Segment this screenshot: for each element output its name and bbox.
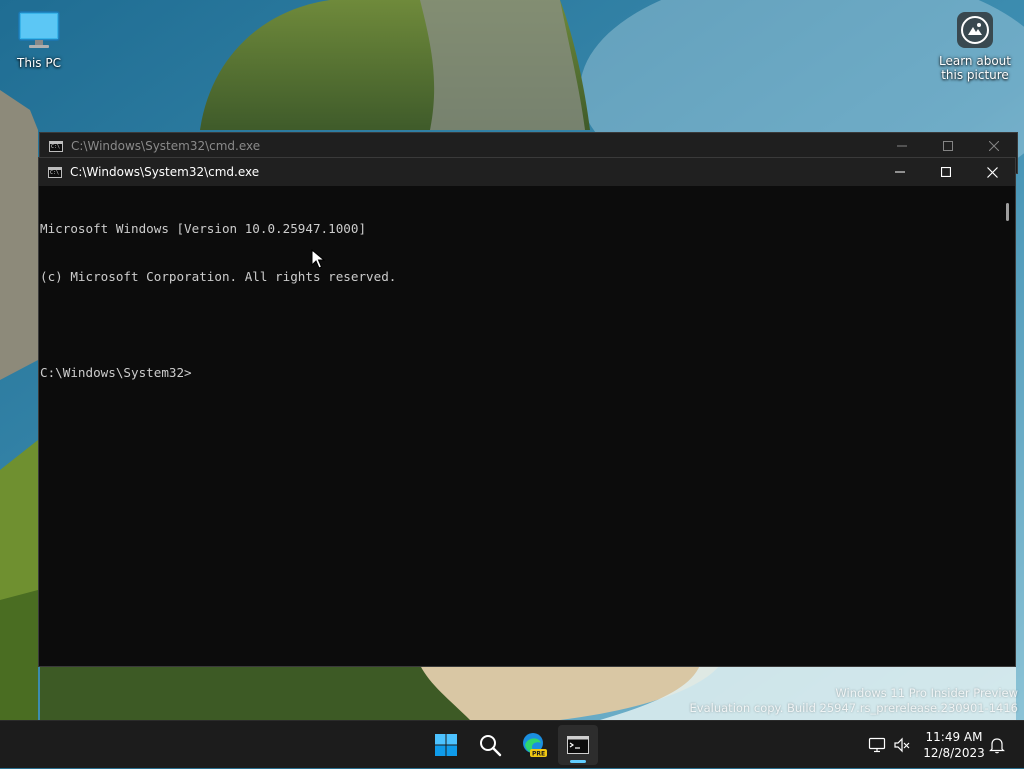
start-button[interactable] bbox=[426, 725, 466, 765]
edge-browser-icon: PRE bbox=[523, 733, 547, 758]
insider-watermark: Windows 11 Pro Insider Preview Evaluatio… bbox=[690, 686, 1018, 716]
close-button[interactable] bbox=[969, 158, 1015, 186]
cmd-window-titlebar[interactable]: C:\Windows\System32\cmd.exe bbox=[39, 158, 1015, 186]
maximize-button[interactable] bbox=[923, 158, 969, 186]
search-button[interactable] bbox=[470, 725, 510, 765]
scrollbar-thumb[interactable] bbox=[1006, 203, 1009, 221]
network-tray-button[interactable] bbox=[866, 721, 888, 769]
edge-badge-text: PRE bbox=[532, 751, 545, 758]
windows-logo-icon bbox=[435, 734, 457, 756]
close-icon bbox=[986, 166, 998, 178]
terminal-taskbar-button[interactable] bbox=[558, 725, 598, 765]
mouse-pointer-icon bbox=[311, 249, 325, 269]
cmd-icon bbox=[48, 166, 62, 178]
taskbar: PRE 11:49 AM 12/8/2023 bbox=[0, 720, 1024, 768]
learn-about-picture-desktop-icon[interactable]: Learn about this picture bbox=[936, 10, 1014, 82]
background-window-title: C:\Windows\System32\cmd.exe bbox=[71, 139, 261, 153]
console-prompt[interactable]: C:\Windows\System32> bbox=[40, 365, 1001, 381]
console-line: (c) Microsoft Corporation. All rights re… bbox=[40, 269, 397, 284]
camera-info-icon bbox=[961, 16, 989, 44]
search-icon bbox=[480, 735, 502, 757]
watermark-line1: Windows 11 Pro Insider Preview bbox=[835, 686, 1018, 700]
this-pc-desktop-icon[interactable]: This PC bbox=[8, 10, 70, 70]
clock-date: 12/8/2023 bbox=[923, 746, 985, 760]
minimize-icon bbox=[897, 145, 907, 147]
volume-muted-icon bbox=[894, 737, 910, 753]
learn-label-line2: this picture bbox=[941, 68, 1009, 82]
network-icon bbox=[868, 737, 886, 753]
maximize-icon bbox=[943, 141, 953, 151]
minimize-button[interactable] bbox=[877, 158, 923, 186]
close-icon bbox=[989, 141, 999, 151]
terminal-icon bbox=[567, 736, 589, 754]
background-window-titlebar[interactable]: C:\Windows\System32\cmd.exe bbox=[40, 133, 1017, 159]
background-close-button[interactable] bbox=[971, 133, 1017, 159]
console-scrollbar[interactable] bbox=[1001, 186, 1015, 666]
console-line: Microsoft Windows [Version 10.0.25947.10… bbox=[40, 221, 367, 236]
running-indicator bbox=[570, 760, 586, 763]
clock-time: 11:49 AM bbox=[925, 730, 983, 744]
cmd-icon bbox=[49, 140, 63, 152]
this-pc-label: This PC bbox=[17, 56, 61, 70]
cmd-window[interactable]: C:\Windows\System32\cmd.exe Microsoft Wi… bbox=[38, 157, 1016, 667]
watermark-line2: Evaluation copy. Build 25947.rs_prerelea… bbox=[689, 701, 1018, 715]
bell-icon bbox=[989, 738, 1005, 754]
taskbar-clock[interactable]: 11:49 AM 12/8/2023 bbox=[920, 729, 988, 761]
notifications-button[interactable] bbox=[986, 721, 1008, 769]
edge-browser-button[interactable]: PRE bbox=[514, 725, 554, 765]
monitor-icon bbox=[18, 11, 60, 48]
background-minimize-button[interactable] bbox=[879, 133, 925, 159]
volume-tray-button[interactable] bbox=[892, 721, 912, 769]
console-output[interactable]: Microsoft Windows [Version 10.0.25947.10… bbox=[39, 186, 1001, 666]
maximize-icon bbox=[941, 167, 951, 177]
minimize-icon bbox=[895, 171, 905, 173]
cmd-window-title: C:\Windows\System32\cmd.exe bbox=[70, 165, 260, 179]
learn-label-line1: Learn about bbox=[939, 54, 1011, 68]
background-maximize-button[interactable] bbox=[925, 133, 971, 159]
